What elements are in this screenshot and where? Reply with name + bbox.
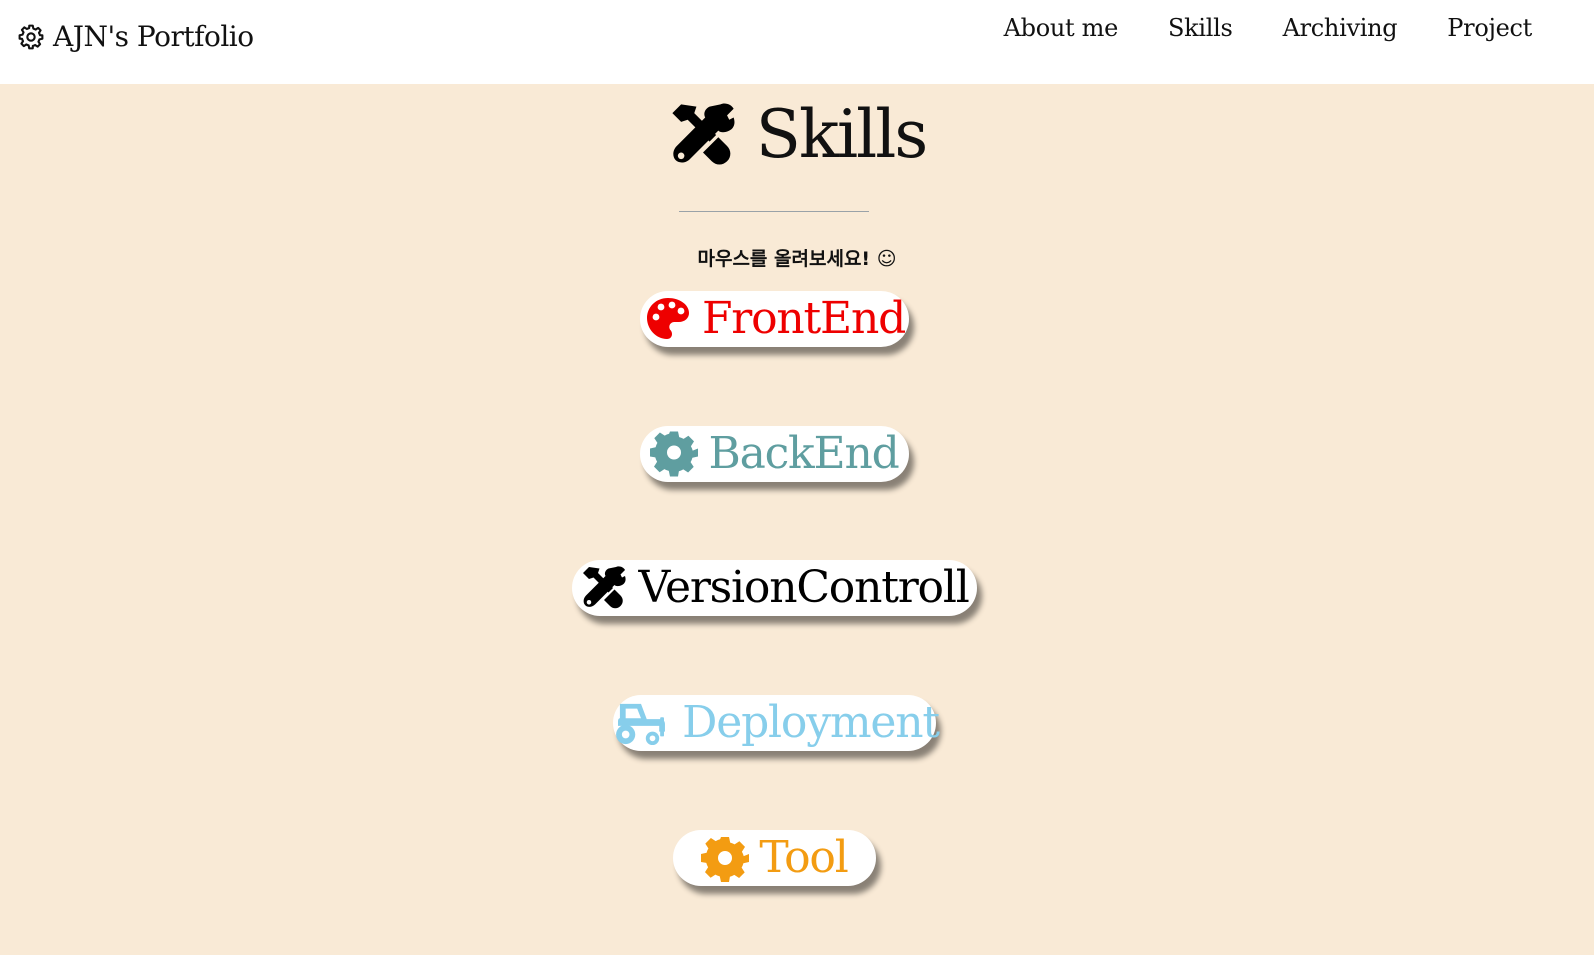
palette-icon	[644, 295, 692, 343]
section-divider	[679, 211, 869, 212]
skill-button-versioncontroll[interactable]: VersionControll	[572, 560, 977, 616]
skill-button-backend[interactable]: BackEnd	[640, 426, 909, 482]
brand-title: AJN's Portfolio	[53, 20, 254, 53]
top-navbar: AJN's Portfolio About me Skills Archivin…	[0, 0, 1594, 84]
skill-button-frontend[interactable]: FrontEnd	[640, 291, 909, 347]
tools-icon	[668, 100, 738, 170]
nav-link-archiving[interactable]: Archiving	[1283, 14, 1398, 42]
nav-menu: About me Skills Archiving Project	[1004, 14, 1533, 42]
brand-link[interactable]: AJN's Portfolio	[17, 20, 254, 53]
cog-icon	[650, 430, 699, 478]
nav-link-skills[interactable]: Skills	[1168, 14, 1233, 42]
tools-icon	[580, 564, 628, 612]
nav-link-project[interactable]: Project	[1447, 14, 1532, 42]
skill-label-tool: Tool	[759, 832, 848, 883]
section-title: Skills	[755, 96, 928, 173]
skill-button-tool[interactable]: Tool	[673, 830, 876, 886]
tractor-icon	[610, 700, 672, 746]
gear-icon	[17, 23, 45, 51]
skill-label-versioncontroll: VersionControll	[638, 562, 969, 613]
section-header: Skills	[0, 96, 1594, 174]
skill-button-deployment[interactable]: Deployment	[610, 695, 940, 751]
nav-link-about-me[interactable]: About me	[1004, 14, 1119, 42]
hover-hint: 마우스를 올려보세요! ☺	[697, 248, 897, 270]
skill-label-frontend: FrontEnd	[701, 293, 906, 344]
skill-label-backend: BackEnd	[708, 428, 899, 479]
cog-icon	[701, 834, 750, 882]
skill-label-deployment: Deployment	[682, 697, 940, 748]
